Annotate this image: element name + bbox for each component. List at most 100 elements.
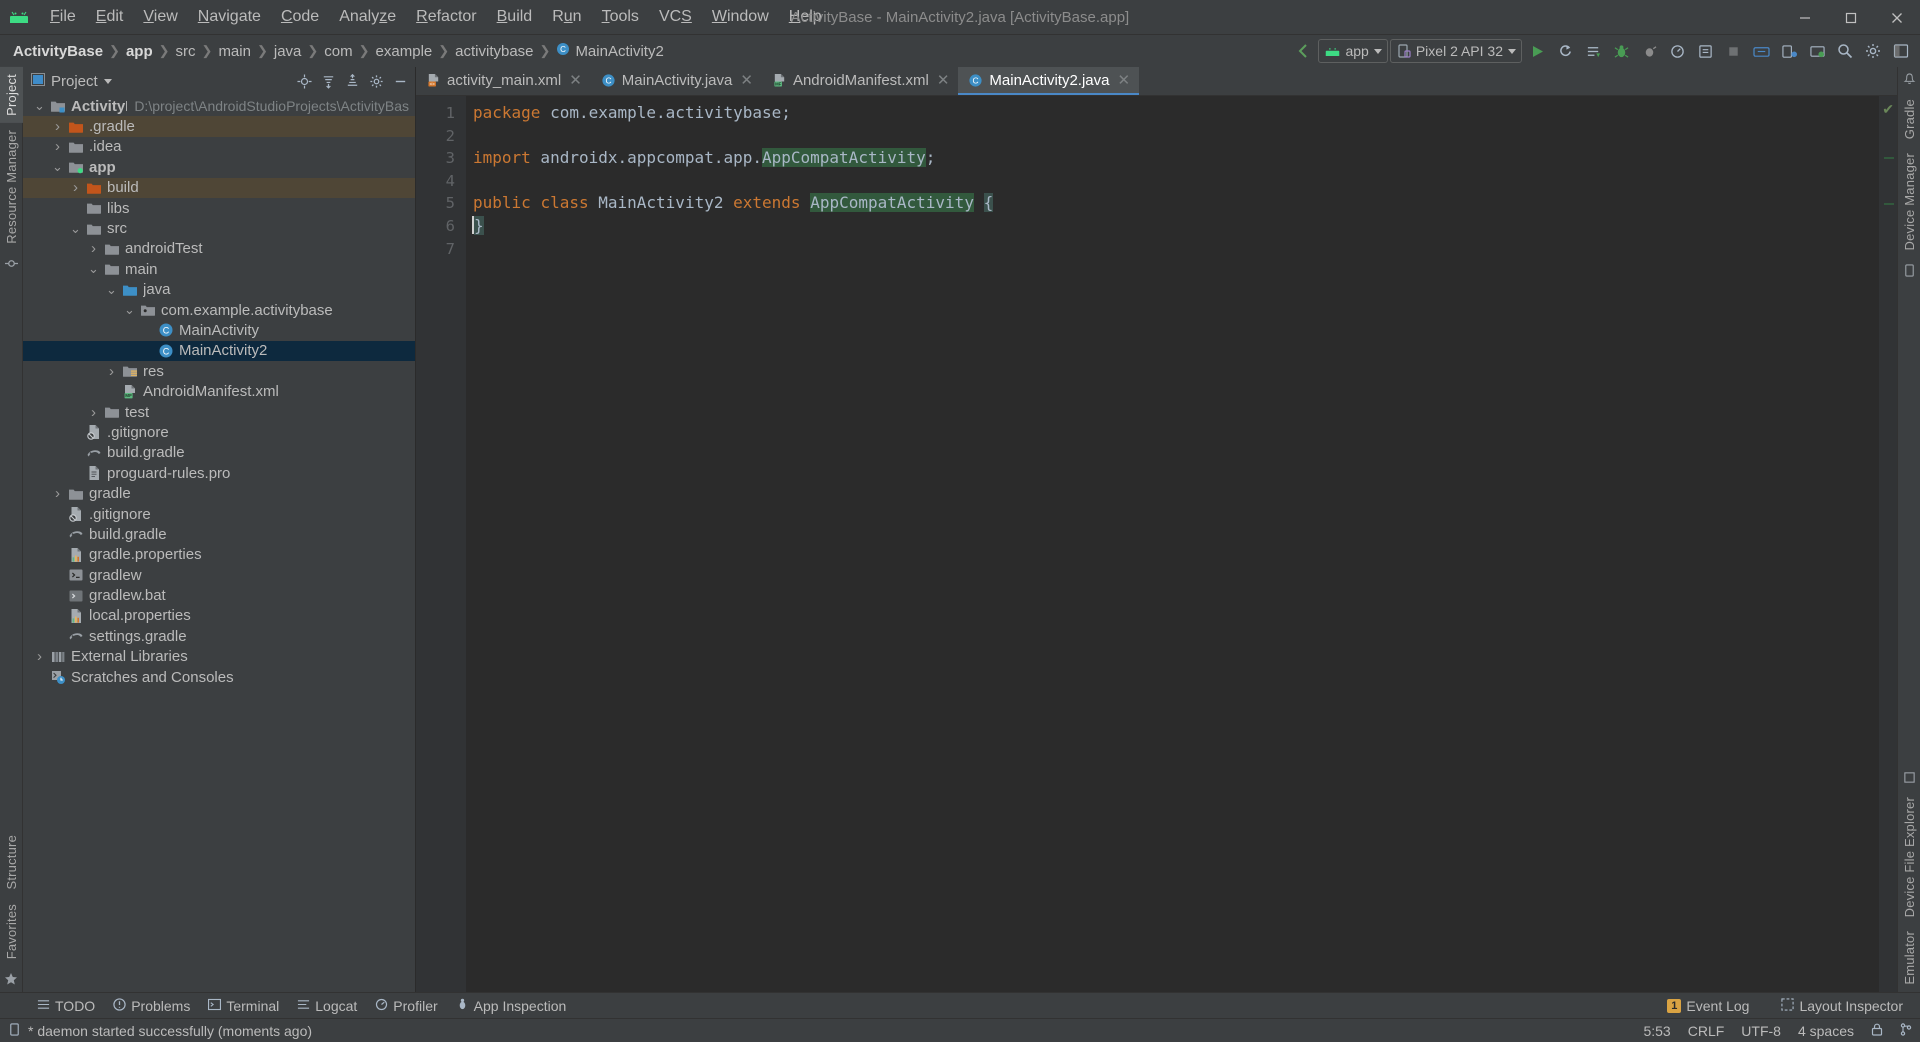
tree-node[interactable]: › build (23, 177, 415, 198)
editor-tab-androidmanifest-xml[interactable]: MF AndroidManifest.xml ✕ (762, 67, 958, 95)
menu-edit[interactable]: Edit (86, 5, 134, 29)
chevron-right-icon[interactable]: › (67, 179, 84, 196)
project-structure-icon[interactable] (1888, 38, 1914, 64)
device-selector[interactable]: Pixel 2 API 32 (1389, 39, 1522, 63)
tree-node[interactable]: › test (23, 402, 415, 422)
code-line[interactable]: } (472, 215, 1879, 238)
sidebar-item-project[interactable]: Project (0, 67, 23, 123)
caret-position[interactable]: 5:53 (1643, 1023, 1670, 1039)
tree-node[interactable]: › .idea (23, 137, 415, 157)
code-line[interactable]: package com.example.activitybase; (473, 102, 1879, 125)
editor-tab-mainactivity-java[interactable]: C MainActivity.java ✕ (591, 67, 762, 95)
menu-navigate[interactable]: Navigate (188, 5, 271, 29)
file-encoding[interactable]: UTF-8 (1741, 1023, 1781, 1039)
tool-window-terminal[interactable]: Terminal (199, 995, 288, 1017)
menu-window[interactable]: Window (702, 5, 779, 29)
settings-icon[interactable] (1860, 38, 1886, 64)
code-line[interactable] (473, 238, 1879, 261)
chevron-down-icon[interactable] (103, 78, 112, 84)
tree-node[interactable]: C MainActivity (23, 320, 415, 340)
minimize-icon[interactable] (1782, 0, 1828, 35)
chevron-right-icon[interactable]: › (85, 404, 102, 421)
sidebar-item-device-file-explorer[interactable]: Device File Explorer (1898, 790, 1920, 924)
breadcrumb-item-0[interactable]: ActivityBase (8, 41, 108, 62)
select-opened-file-icon[interactable] (293, 70, 315, 92)
tree-node[interactable]: settings.gradle (23, 626, 415, 646)
close-tab-icon[interactable]: ✕ (740, 71, 753, 89)
chevron-right-icon[interactable]: › (49, 118, 66, 135)
tree-node[interactable]: Scratches and Consoles (23, 667, 415, 687)
avd-manager-icon[interactable] (1776, 38, 1802, 64)
chevron-right-icon[interactable]: › (49, 485, 66, 502)
tree-node[interactable]: proguard-rules.pro (23, 463, 415, 483)
menu-code[interactable]: Code (271, 5, 329, 29)
attach-debugger-icon[interactable] (1636, 38, 1662, 64)
close-tab-icon[interactable]: ✕ (1117, 71, 1130, 89)
settings-icon[interactable] (365, 70, 387, 92)
chevron-down-icon[interactable]: ⌄ (31, 99, 48, 112)
editor-tab-bar[interactable]: <> activity_main.xml ✕ C MainActivity.java ✕ M… (416, 67, 1897, 96)
tree-node[interactable]: .gitignore (23, 504, 415, 524)
star-icon[interactable] (4, 966, 18, 992)
file-explorer-icon[interactable] (1903, 765, 1916, 790)
tool-window-event-log[interactable]: 1 Event Log (1658, 995, 1758, 1017)
tree-node[interactable]: local.properties (23, 606, 415, 626)
tree-node[interactable]: libs (23, 198, 415, 218)
close-icon[interactable] (1874, 0, 1920, 35)
menu-file[interactable]: File (40, 5, 86, 29)
project-tree[interactable]: ⌄ ActivityBase D:\project\AndroidStudioPro… (23, 95, 415, 992)
menu-build[interactable]: Build (487, 5, 543, 29)
breadcrumb-item-1[interactable]: app (121, 41, 158, 62)
tool-window-problems[interactable]: Problems (104, 995, 199, 1017)
sdk-manager-icon[interactable] (1748, 38, 1774, 64)
breadcrumb-item-5[interactable]: com (319, 41, 357, 62)
tree-node[interactable]: ⌄ src (23, 218, 415, 238)
tree-node[interactable]: ⌄ main (23, 259, 415, 279)
tree-node[interactable]: MF AndroidManifest.xml (23, 381, 415, 401)
menu-refactor[interactable]: Refactor (406, 5, 486, 29)
menu-bar[interactable]: File Edit View Navigate Code Analyze Ref… (40, 0, 832, 34)
tree-node[interactable]: build.gradle (23, 524, 415, 544)
expand-all-icon[interactable] (317, 70, 339, 92)
breadcrumb-item-6[interactable]: example (371, 41, 438, 62)
tree-node[interactable]: › res (23, 361, 415, 381)
stop-icon[interactable] (1720, 38, 1746, 64)
collapse-all-icon[interactable] (341, 70, 363, 92)
breadcrumb-item-2[interactable]: src (171, 41, 201, 62)
line-separator[interactable]: CRLF (1688, 1023, 1725, 1039)
breadcrumb-item-3[interactable]: main (213, 41, 256, 62)
menu-view[interactable]: View (133, 5, 187, 29)
chevron-down-icon[interactable]: ⌄ (103, 283, 120, 296)
sidebar-item-structure[interactable]: Structure (0, 828, 23, 897)
code-line[interactable]: import androidx.appcompat.app.AppCompatA… (473, 147, 1879, 170)
sidebar-item-favorites[interactable]: Favorites (0, 897, 23, 966)
tool-window-todo[interactable]: TODO (28, 995, 104, 1017)
editor-tab-mainactivity2-java[interactable]: C MainActivity2.java ✕ (958, 67, 1140, 95)
code-line[interactable] (473, 170, 1879, 193)
chevron-right-icon[interactable]: › (31, 648, 48, 665)
breadcrumb-item-7[interactable]: activitybase (450, 41, 538, 62)
editor-tab-activity-main-xml[interactable]: <> activity_main.xml ✕ (416, 67, 591, 95)
notifications-icon[interactable] (1903, 67, 1916, 92)
maximize-icon[interactable] (1828, 0, 1874, 35)
menu-vcs[interactable]: VCS (649, 5, 702, 29)
hide-panel-icon[interactable] (389, 70, 411, 92)
back-arrow-icon[interactable] (1290, 38, 1316, 64)
breadcrumb-item-8[interactable]: C MainActivity2 (551, 40, 668, 62)
tree-node[interactable]: ⌄ app (23, 157, 415, 177)
apply-changes-icon[interactable] (1580, 38, 1606, 64)
menu-tools[interactable]: Tools (592, 5, 649, 29)
tool-window-profiler[interactable]: Profiler (366, 995, 446, 1017)
git-branch-icon[interactable] (1900, 1022, 1912, 1039)
menu-help[interactable]: Help (779, 5, 832, 29)
menu-run[interactable]: Run (542, 5, 591, 29)
chevron-right-icon[interactable]: › (103, 363, 120, 380)
chevron-down-icon[interactable]: ⌄ (49, 160, 66, 173)
search-everywhere-icon[interactable] (1832, 38, 1858, 64)
read-only-lock-icon[interactable] (1871, 1023, 1883, 1039)
indent-setting[interactable]: 4 spaces (1798, 1023, 1854, 1039)
memory-icon[interactable] (8, 1022, 21, 1039)
rerun-icon[interactable] (1552, 38, 1578, 64)
project-panel-title[interactable]: Project (31, 72, 112, 90)
chevron-down-icon[interactable]: ⌄ (67, 222, 84, 235)
